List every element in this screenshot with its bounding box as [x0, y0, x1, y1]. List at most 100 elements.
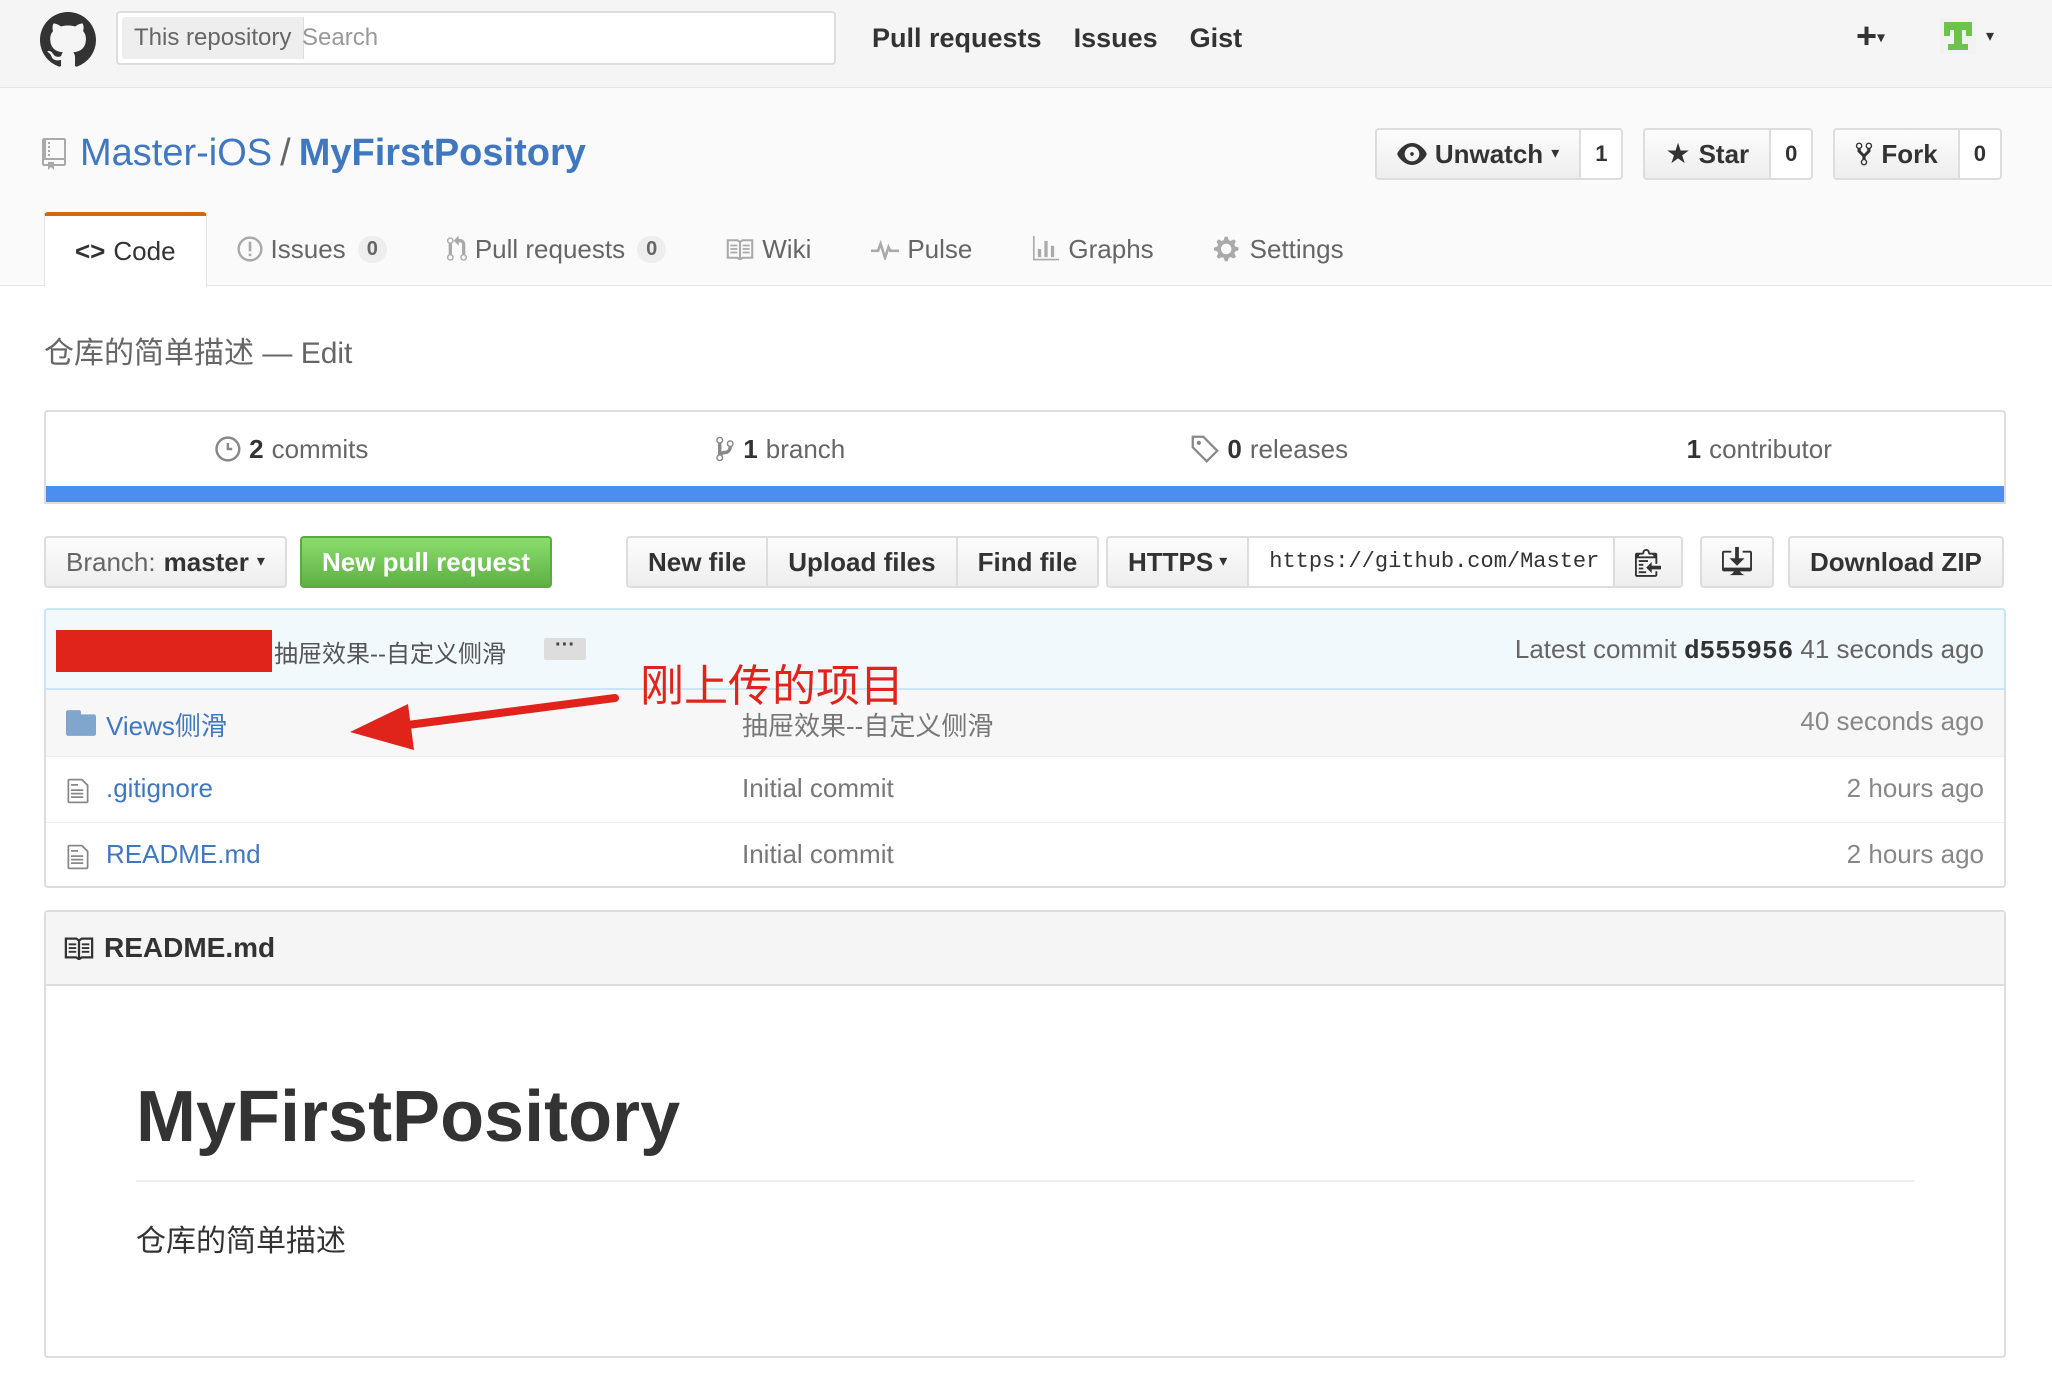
search-scope-badge[interactable]: This repository — [122, 17, 305, 59]
file-navigation: Branch: master ▾ New pull request New fi… — [44, 536, 2006, 588]
releases-link[interactable]: 0 releases — [1025, 412, 1515, 486]
readme-header: README.md — [46, 912, 2004, 986]
latest-commit-sha[interactable]: d555956 — [1684, 636, 1793, 666]
pagehead-actions: Unwatch ▾ 1 ★ Star 0 Fork 0 — [1374, 128, 2002, 180]
star-count[interactable]: 0 — [1769, 130, 1812, 178]
commits-label: commits — [271, 433, 369, 464]
description-separator: — — [262, 337, 293, 370]
file-text-icon — [67, 778, 89, 804]
star-button[interactable]: ★ Star — [1645, 130, 1770, 178]
contributors-link[interactable]: 1 contributor — [1515, 412, 2005, 486]
new-file-button[interactable]: New file — [628, 538, 769, 586]
repo-nav: <> Code Issues 0 Pull requests 0 Wiki Pu… — [44, 212, 1374, 287]
unwatch-label: Unwatch — [1434, 139, 1544, 169]
fork-count[interactable]: 0 — [1957, 130, 2000, 178]
pulse-icon — [871, 239, 900, 260]
gear-icon — [1213, 236, 1239, 262]
upload-files-button[interactable]: Upload files — [768, 538, 958, 586]
file-age: 2 hours ago — [1846, 839, 1984, 869]
protocol-select-button[interactable]: HTTPS ▾ — [1108, 538, 1250, 586]
header-nav-pull-requests[interactable]: Pull requests — [872, 18, 1042, 58]
tab-wiki[interactable]: Wiki — [696, 212, 841, 286]
file-list: Views侧滑 抽屉效果--自定义侧滑 40 seconds ago .giti… — [44, 690, 2006, 888]
caret-down-icon: ▾ — [1219, 553, 1228, 570]
redacted-author — [56, 630, 272, 672]
unwatch-button[interactable]: Unwatch ▾ — [1376, 130, 1580, 178]
tab-issues-label: Issues — [270, 233, 346, 264]
annotation-arrow-icon — [350, 694, 619, 750]
clone-url-group: HTTPS ▾ https://github.com/Master — [1106, 536, 1684, 588]
open-in-desktop-button[interactable] — [1700, 536, 1774, 588]
readme: README.md MyFirstPository 仓库的简单描述 — [44, 910, 2006, 1358]
repo-owner-link[interactable]: Master-iOS — [80, 132, 272, 174]
star-label: Star — [1698, 139, 1750, 169]
latest-commit-message[interactable]: 抽屉效果--自定义侧滑 — [274, 634, 506, 669]
plus-icon: + — [1856, 15, 1878, 56]
tab-pulse[interactable]: Pulse — [841, 212, 1002, 286]
repo-name-link[interactable]: MyFirstPository — [299, 132, 586, 174]
tab-wiki-label: Wiki — [762, 233, 812, 264]
file-name-link[interactable]: .gitignore — [106, 773, 213, 804]
repo-header: Master-iOS / MyFirstPository Unwatch ▾ 1 ★… — [0, 88, 2052, 287]
commit-ellipsis-button[interactable]: ··· — [544, 635, 586, 660]
search-input[interactable] — [302, 17, 822, 59]
edit-description-link[interactable]: Edit — [301, 337, 353, 370]
find-file-button[interactable]: Find file — [957, 538, 1098, 586]
fork-icon — [1856, 142, 1873, 166]
fork-group: Fork 0 — [1833, 128, 2002, 180]
desktop-download-icon — [1722, 547, 1752, 576]
code-icon: <> — [75, 236, 106, 266]
tab-pull-requests-label: Pull requests — [474, 233, 626, 264]
repo-title: Master-iOS / MyFirstPository — [80, 128, 586, 178]
graph-icon — [1033, 236, 1060, 261]
releases-label: releases — [1249, 433, 1349, 464]
user-menu[interactable]: ▾ — [1940, 18, 1994, 54]
caret-down-icon: ▾ — [1877, 29, 1886, 47]
new-pull-request-button[interactable]: New pull request — [300, 536, 553, 588]
file-name-link[interactable]: README.md — [106, 839, 261, 870]
tag-icon — [1191, 435, 1220, 463]
branch-select-button[interactable]: Branch: master ▾ — [44, 536, 287, 588]
clipboard-icon — [1635, 549, 1662, 577]
download-zip-button[interactable]: Download ZIP — [1788, 536, 2004, 588]
header-nav-gist[interactable]: Gist — [1190, 18, 1243, 58]
tab-graphs[interactable]: Graphs — [1002, 212, 1183, 286]
tab-graphs-label: Graphs — [1068, 233, 1154, 264]
branch-count: 1 — [743, 433, 758, 464]
tab-issues[interactable]: Issues 0 — [207, 212, 417, 286]
commits-link[interactable]: 2 commits — [46, 412, 536, 486]
fork-button[interactable]: Fork — [1835, 130, 1958, 178]
tab-code[interactable]: <> Code — [44, 212, 207, 287]
clone-url-input[interactable]: https://github.com/Master — [1249, 538, 1616, 586]
header-nav-issues[interactable]: Issues — [1074, 18, 1158, 58]
tab-pull-requests[interactable]: Pull requests 0 — [417, 212, 696, 286]
avatar — [1940, 18, 1976, 54]
folder-icon — [66, 710, 96, 736]
latest-commit-prefix: Latest commit — [1514, 634, 1677, 664]
branches-link[interactable]: 1 branch — [536, 412, 1026, 486]
repo-title-separator: / — [280, 132, 291, 174]
file-commit-message[interactable]: Initial commit — [742, 773, 894, 804]
create-new-menu[interactable]: +▾ — [1856, 16, 1885, 58]
file-name-link[interactable]: Views侧滑 — [106, 706, 227, 743]
file-text-icon — [67, 844, 89, 870]
site-header: This repository Pull requests Issues Gis… — [0, 0, 2052, 88]
copy-to-clipboard-button[interactable] — [1615, 538, 1682, 586]
github-logo-icon[interactable] — [40, 12, 96, 68]
branch-name: master — [163, 547, 249, 577]
file-age: 2 hours ago — [1846, 773, 1984, 803]
tab-settings[interactable]: Settings — [1184, 212, 1374, 286]
history-icon — [215, 436, 241, 462]
file-row: README.md Initial commit 2 hours ago — [46, 822, 2004, 888]
language-bar[interactable] — [46, 486, 2004, 502]
star-icon: ★ — [1665, 138, 1691, 169]
caret-down-icon: ▾ — [1551, 145, 1560, 162]
releases-count: 0 — [1227, 433, 1242, 464]
commit-tease: 抽屉效果--自定义侧滑 ··· Latest commit d555956 41… — [44, 608, 2006, 690]
repo-description-text: 仓库的简单描述 — [44, 337, 254, 370]
issue-icon — [236, 236, 263, 262]
watch-count[interactable]: 1 — [1579, 130, 1622, 178]
numbers-summary: 2 commits 1 branch 0 releases 1 contribu… — [44, 410, 2006, 504]
latest-commit-info: Latest commit d555956 41 seconds ago — [1515, 634, 1984, 666]
file-commit-message[interactable]: Initial commit — [742, 839, 894, 870]
